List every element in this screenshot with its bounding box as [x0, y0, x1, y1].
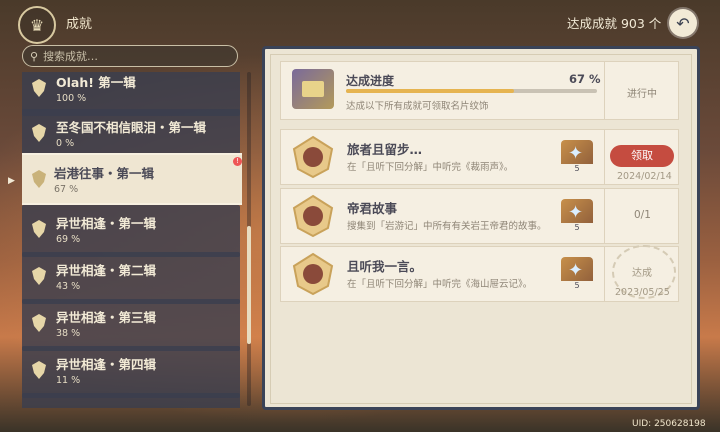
category-item[interactable]: 异世相逢・第二辑 43 %: [22, 252, 240, 304]
primogem-reward: ✦ 5: [561, 257, 593, 290]
achievement-name: 且听我一言。: [347, 259, 423, 274]
search-input[interactable]: ⚲ 搜索成就…: [22, 45, 238, 67]
reward-count: 5: [561, 164, 593, 173]
trophy-icon: [32, 267, 46, 285]
trophy-icon: [32, 220, 46, 238]
divider: [604, 247, 605, 301]
category-item[interactable]: [22, 393, 240, 408]
progress-percent: 67 %: [569, 72, 601, 86]
category-name: 异世相逢・第一辑: [56, 216, 157, 231]
category-list: Olah! 第一辑 100 % 至冬国不相信眼泪・第一辑 0 % 岩港往事・第一…: [22, 72, 242, 408]
namecard-icon: [292, 69, 334, 109]
achievement-row: [280, 188, 679, 244]
back-arrow-icon: ↶: [676, 13, 690, 33]
reward-count: 5: [561, 223, 593, 232]
divider: [604, 62, 605, 119]
selection-arrow-icon: ▶: [8, 176, 15, 186]
progress-status: 进行中: [627, 89, 657, 100]
achievement-medal-icon: [292, 252, 334, 296]
trophy-icon: [32, 170, 46, 188]
trophy-icon: [32, 79, 46, 97]
category-percent: 100 %: [56, 93, 87, 104]
achievement-medal-icon: [292, 194, 334, 238]
claim-button[interactable]: 领取: [610, 145, 674, 167]
divider: [604, 130, 605, 184]
achievement-emblem-icon: ♛: [18, 6, 56, 44]
category-percent: 67 %: [54, 184, 79, 195]
page-title: 成就: [66, 17, 93, 32]
category-percent: 43 %: [56, 281, 81, 292]
trophy-icon: [32, 124, 46, 142]
trophy-icon: [32, 361, 46, 379]
list-scrollbar-thumb[interactable]: [247, 226, 251, 344]
divider: [604, 189, 605, 243]
category-item[interactable]: 异世相逢・第四辑 11 %: [22, 346, 240, 398]
category-name: Olah! 第一辑: [56, 75, 136, 90]
category-item-selected[interactable]: 岩港往事・第一辑 67 % !: [22, 153, 242, 205]
primogem-icon: ✦: [568, 202, 584, 223]
primogem-icon: ✦: [568, 143, 584, 164]
progress-bar-fill: [346, 89, 515, 93]
category-name: 至冬国不相信眼泪・第一辑: [56, 120, 207, 135]
primogem-reward: ✦ 5: [561, 140, 593, 173]
notification-dot-icon: !: [233, 157, 242, 166]
achievement-desc: 在「且听下回分解」中听完《裁雨声》。: [347, 162, 514, 173]
category-name: 异世相逢・第二辑: [56, 263, 157, 278]
primogem-icon: ✦: [568, 260, 584, 281]
search-placeholder: 搜索成就…: [43, 50, 99, 63]
category-percent: 0 %: [56, 138, 75, 149]
category-item[interactable]: 异世相逢・第三辑 38 %: [22, 299, 240, 351]
trophy-icon: [32, 314, 46, 332]
uid-label: UID: 250628198: [632, 419, 706, 429]
progress-desc: 达成以下所有成就可领取名片纹饰: [346, 101, 489, 112]
category-name: 异世相逢・第四辑: [56, 357, 157, 372]
achievement-date: 2024/02/14: [617, 171, 672, 182]
category-item[interactable]: 异世相逢・第一辑 69 %: [22, 205, 240, 257]
progress-title: 达成进度: [346, 74, 395, 88]
achievement-count: 达成成就 903 个: [567, 16, 662, 31]
back-button[interactable]: ↶: [669, 9, 697, 37]
search-icon: ⚲: [30, 49, 39, 63]
category-name: 岩港往事・第一辑: [54, 166, 155, 181]
primogem-reward: ✦ 5: [561, 199, 593, 232]
achievement-desc: 在「且听下回分解」中听完《海山屉云记》。: [347, 279, 533, 290]
completed-label: 达成: [632, 268, 652, 279]
achievement-name: 帝君故事: [347, 201, 398, 216]
category-percent: 38 %: [56, 328, 81, 339]
achievement-date: 2023/05/25: [615, 287, 670, 298]
achievement-progress: 0/1: [634, 209, 651, 221]
achievement-medal-icon: [292, 135, 334, 179]
category-name: 异世相逢・第三辑: [56, 310, 157, 325]
achievement-desc: 搜集到「岩游记」中所有有关岩王帝君的故事。: [347, 221, 547, 232]
category-percent: 69 %: [56, 234, 81, 245]
progress-bar: [346, 89, 597, 93]
category-percent: 11 %: [56, 375, 81, 386]
reward-count: 5: [561, 281, 593, 290]
achievement-name: 旅者且留步…: [347, 142, 423, 157]
